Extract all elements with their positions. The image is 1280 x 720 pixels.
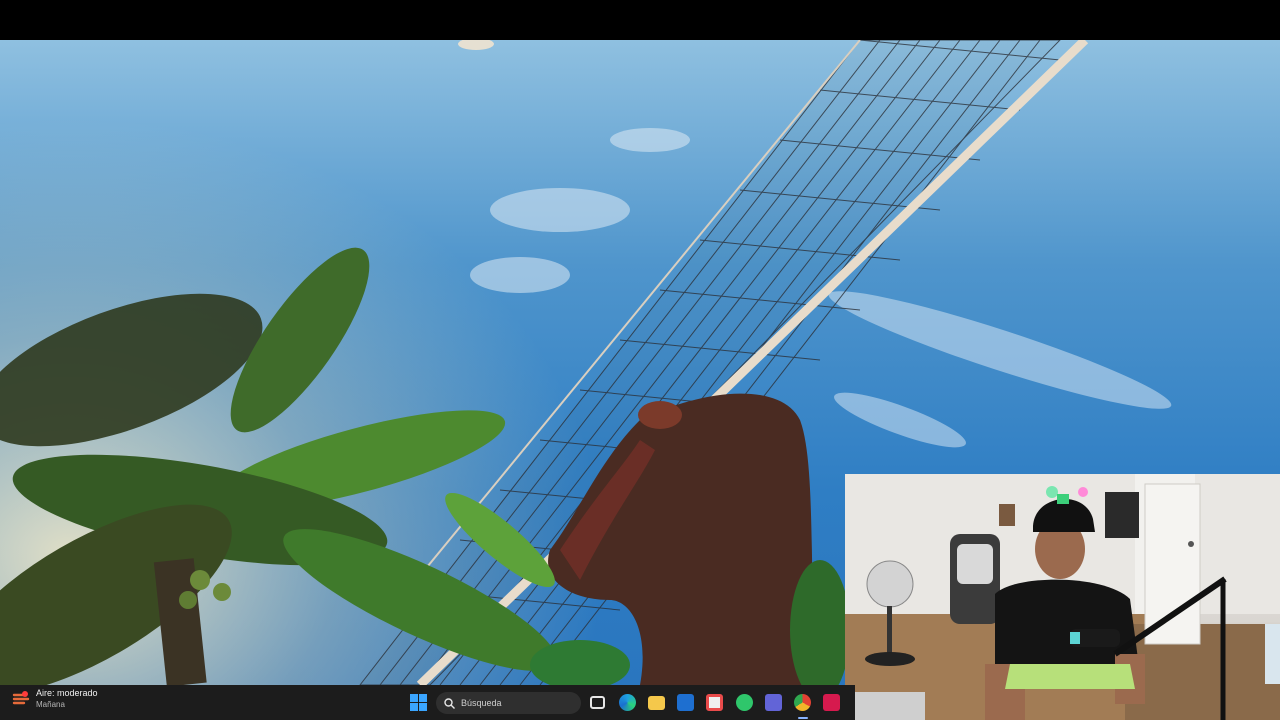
search-input[interactable]: Búsqueda [436, 692, 581, 714]
outlook-icon[interactable] [677, 694, 694, 711]
task-view-icon[interactable] [590, 696, 605, 709]
folder-icon[interactable] [648, 696, 665, 710]
chrome-icon[interactable] [794, 694, 811, 711]
active-app-indicator [798, 717, 808, 719]
webcam-overlay [845, 474, 1280, 720]
weather-subtitle: Mañana [36, 700, 65, 709]
weather-title: Aire: moderado [36, 688, 98, 698]
whatsapp-icon[interactable] [736, 694, 753, 711]
search-placeholder: Búsqueda [461, 698, 502, 708]
edge-icon[interactable] [619, 694, 636, 711]
teams-icon[interactable] [765, 694, 782, 711]
windows-start-icon[interactable] [410, 694, 427, 711]
tiktok-icon[interactable] [823, 694, 840, 711]
volleyball [458, 40, 494, 50]
streamer-room-scene [845, 474, 1280, 720]
taskbar: Aire: moderado Mañana Búsqueda [0, 685, 855, 720]
search-icon [444, 697, 455, 709]
top-letterbox [0, 0, 1280, 40]
fan [866, 560, 914, 608]
store-icon[interactable] [706, 694, 723, 711]
air-quality-icon [12, 690, 30, 708]
weather-widget[interactable]: Aire: moderado Mañana [12, 688, 98, 710]
